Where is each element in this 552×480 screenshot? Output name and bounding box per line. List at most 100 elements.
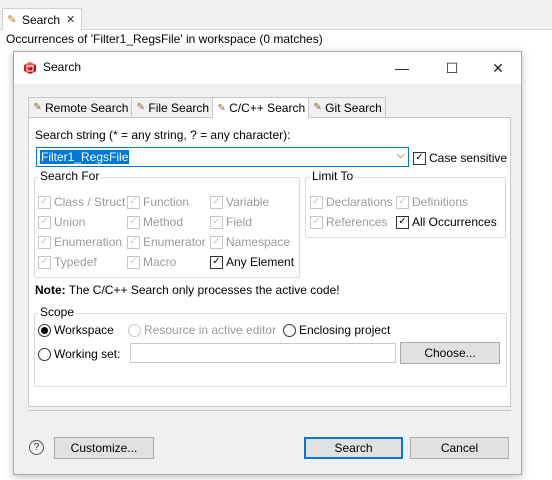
radio-label: Enclosing project xyxy=(299,323,391,337)
union-checkbox[interactable]: ✓ Union xyxy=(38,215,85,229)
resource-active-editor-radio[interactable]: Resource in active editor xyxy=(128,323,276,337)
checkbox-box: ✓ xyxy=(310,215,323,229)
tab-label: Git Search xyxy=(325,100,382,115)
working-set-radio[interactable]: Working set: xyxy=(38,347,120,361)
file-search-icon: ✎ xyxy=(136,102,146,113)
all-occurrences-checkbox[interactable]: ✓ All Occurrences xyxy=(396,215,497,229)
radio-label: Working set: xyxy=(54,347,121,361)
search-string-combo[interactable]: Filter1_RegsFile ⌵ xyxy=(36,147,409,167)
checkbox-box: ✓ xyxy=(210,235,223,249)
checkbox-label: Typedef xyxy=(54,255,97,269)
checkbox-box: ✓ xyxy=(210,215,223,229)
typedef-checkbox[interactable]: ✓ Typedef xyxy=(38,255,97,269)
checkbox-label: Enumerator xyxy=(143,235,206,249)
search-view-tab-label: Search xyxy=(22,12,61,27)
definitions-checkbox[interactable]: ✓ Definitions xyxy=(396,195,468,209)
field-checkbox[interactable]: ✓ Field xyxy=(210,215,252,229)
view-tabbar: ✎ Search ✕ xyxy=(0,0,552,30)
dialog-titlebar[interactable]: Search — ☐ ✕ xyxy=(14,52,521,84)
close-icon[interactable]: ✕ xyxy=(475,52,521,84)
dialog-separator xyxy=(28,410,511,411)
search-view-status: Occurrences of 'Filter1_RegsFile' in wor… xyxy=(0,30,552,52)
checkbox-label: Enumeration xyxy=(54,235,123,249)
search-view-icon: ✎ xyxy=(7,14,17,26)
chevron-down-icon[interactable]: ⌵ xyxy=(397,149,405,162)
limit-to-title: Limit To xyxy=(310,169,356,183)
checkbox-box[interactable]: ✓ xyxy=(396,215,409,229)
checkbox-box: ✓ xyxy=(127,195,140,209)
radio-dot[interactable] xyxy=(38,323,51,337)
checkbox-box: ✓ xyxy=(127,235,140,249)
checkbox-label: Macro xyxy=(143,255,177,269)
checkbox-label: Union xyxy=(54,215,86,229)
note-text: Note: The C/C++ Search only processes th… xyxy=(35,283,340,297)
maximize-icon[interactable]: ☐ xyxy=(429,52,475,84)
checkbox-label: References xyxy=(326,215,388,229)
checkbox-label: Class / Struct xyxy=(54,195,126,209)
enumerator-checkbox[interactable]: ✓ Enumerator xyxy=(127,235,206,249)
dialog-title: Search xyxy=(43,60,82,74)
checkbox-label: Variable xyxy=(226,195,270,209)
enumeration-checkbox[interactable]: ✓ Enumeration xyxy=(38,235,122,249)
note-bold: Note: xyxy=(35,283,66,297)
checkbox-label: Definitions xyxy=(412,195,469,209)
choose-button[interactable]: Choose... xyxy=(400,342,500,364)
scope-title: Scope xyxy=(38,305,77,319)
workspace-radio[interactable]: Workspace xyxy=(38,323,114,337)
cancel-button[interactable]: Cancel xyxy=(410,437,509,459)
tab-file-search[interactable]: ✎ File Search xyxy=(131,97,214,117)
radio-dot[interactable] xyxy=(283,323,296,337)
checkbox-box: ✓ xyxy=(127,215,140,229)
working-set-field[interactable] xyxy=(130,343,396,363)
checkbox-box: ✓ xyxy=(210,195,223,209)
search-tabs: ✎ Remote Search ✎ File Search ✎ C/C++ Se… xyxy=(28,97,386,118)
enclosing-project-radio[interactable]: Enclosing project xyxy=(283,323,390,337)
radio-dot[interactable] xyxy=(38,347,51,361)
tab-remote-search[interactable]: ✎ Remote Search xyxy=(28,97,133,117)
declarations-checkbox[interactable]: ✓ Declarations xyxy=(310,195,393,209)
help-icon[interactable]: ? xyxy=(29,440,44,455)
references-checkbox[interactable]: ✓ References xyxy=(310,215,387,229)
tab-git-search[interactable]: ✎ Git Search xyxy=(308,97,386,117)
minimize-icon[interactable]: — xyxy=(379,52,425,84)
radio-dot xyxy=(128,323,141,337)
macro-checkbox[interactable]: ✓ Macro xyxy=(127,255,176,269)
checkbox-label: Declarations xyxy=(326,195,393,209)
namespace-checkbox[interactable]: ✓ Namespace xyxy=(210,235,290,249)
git-search-icon: ✎ xyxy=(313,102,322,113)
search-view-tab[interactable]: ✎ Search ✕ xyxy=(2,8,83,30)
case-sensitive-label: Case sensitive xyxy=(429,151,508,165)
checkbox-label: Any Element xyxy=(226,255,295,269)
search-dialog: Search — ☐ ✕ ✎ Remote Search ✎ File Sear… xyxy=(13,51,522,475)
checkbox-label: Field xyxy=(226,215,253,229)
search-button[interactable]: Search xyxy=(304,437,403,459)
tab-label: C/C++ Search xyxy=(229,101,306,115)
function-checkbox[interactable]: ✓ Function xyxy=(127,195,189,209)
search-string-value[interactable]: Filter1_RegsFile xyxy=(40,150,130,164)
checkbox-label: Method xyxy=(143,215,184,229)
checkbox-box: ✓ xyxy=(38,195,51,209)
variable-checkbox[interactable]: ✓ Variable xyxy=(210,195,269,209)
remote-search-icon: ✎ xyxy=(33,102,42,113)
cpp-search-panel: Search string (* = any string, ? = any c… xyxy=(28,117,511,407)
checkbox-box: ✓ xyxy=(38,215,51,229)
eclipse-cube-icon xyxy=(24,62,36,74)
checkbox-box: ✓ xyxy=(127,255,140,269)
class-struct-checkbox[interactable]: ✓ Class / Struct xyxy=(38,195,125,209)
search-string-label: Search string (* = any string, ? = any c… xyxy=(35,128,291,142)
case-sensitive-checkbox[interactable]: ✓ Case sensitive xyxy=(413,151,507,165)
cpp-search-icon: ✎ xyxy=(217,102,226,114)
checkbox-box[interactable]: ✓ xyxy=(413,151,426,165)
close-icon[interactable]: ✕ xyxy=(66,13,75,26)
customize-button[interactable]: Customize... xyxy=(54,437,154,459)
method-checkbox[interactable]: ✓ Method xyxy=(127,215,183,229)
any-element-checkbox[interactable]: ✓ Any Element xyxy=(210,255,294,269)
checkbox-label: Function xyxy=(143,195,190,209)
tab-cpp-search[interactable]: ✎ C/C++ Search xyxy=(212,97,310,118)
checkbox-box: ✓ xyxy=(38,255,51,269)
tab-label: File Search xyxy=(148,100,210,115)
checkbox-label: Namespace xyxy=(226,235,291,249)
radio-label: Resource in active editor xyxy=(144,323,277,337)
checkbox-box: ✓ xyxy=(310,195,323,209)
checkbox-box[interactable]: ✓ xyxy=(210,255,223,269)
